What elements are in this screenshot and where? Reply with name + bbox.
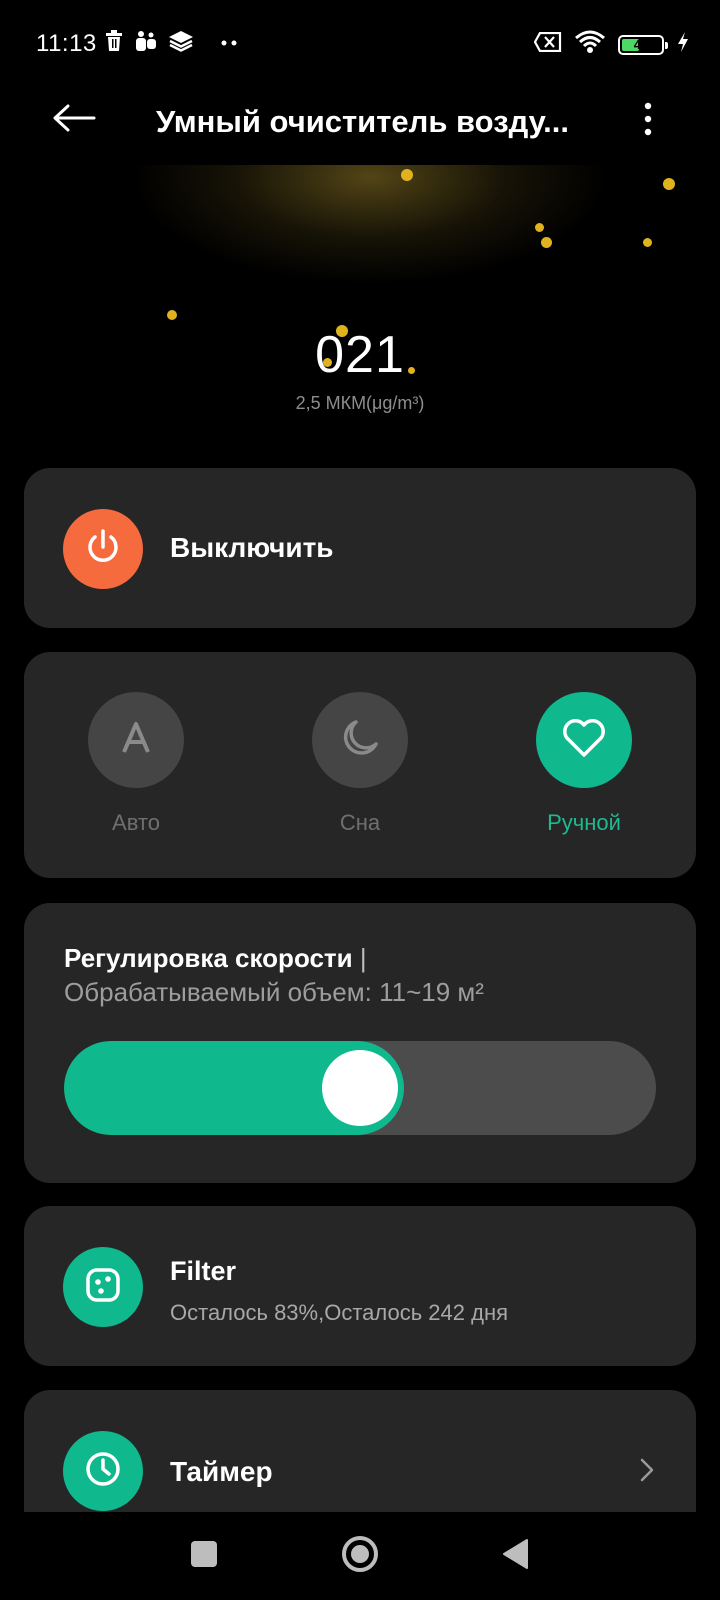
- mode-manual[interactable]: Ручной: [514, 692, 654, 836]
- status-right-icons: 44: [533, 30, 690, 59]
- no-sim-icon: [533, 31, 562, 57]
- speed-title-separator: |: [359, 943, 367, 973]
- app-header: Умный очиститель возду...: [0, 90, 720, 150]
- recents-button[interactable]: [180, 1532, 228, 1580]
- mode-auto-label: Авто: [112, 810, 160, 835]
- system-nav-bar: [0, 1512, 720, 1600]
- speed-title: Регулировка скорости |: [64, 943, 367, 974]
- more-button[interactable]: [634, 96, 662, 146]
- filter-status: Осталось 83%,Осталось 242 дня: [170, 1300, 509, 1325]
- mode-sleep-label: Сна: [339, 810, 381, 835]
- mode-sleep[interactable]: Сна: [290, 692, 430, 836]
- particle: [663, 178, 675, 190]
- particle: [541, 237, 552, 248]
- auto-a-icon: [119, 721, 153, 760]
- filter-icon: [83, 1265, 123, 1310]
- speed-card: Регулировка скорости | Обрабатываемый об…: [24, 903, 696, 1183]
- filter-card[interactable]: Filter Осталось 83%,Осталось 242 дня: [24, 1206, 696, 1366]
- air-quality-display: 021 2,5 МКМ(μg/m³): [0, 165, 720, 445]
- clock-icon: [83, 1449, 123, 1494]
- mode-manual-button[interactable]: [536, 692, 632, 788]
- teams-icon: [134, 30, 158, 57]
- status-left-icons: [104, 30, 238, 57]
- speed-slider-thumb[interactable]: [322, 1050, 398, 1126]
- particle: [535, 223, 544, 232]
- filter-title: Filter: [170, 1256, 237, 1286]
- back-nav-button[interactable]: [492, 1532, 540, 1580]
- mode-auto[interactable]: Авто: [66, 692, 206, 836]
- timer-label: Таймер: [170, 1456, 273, 1487]
- status-bar: 11:13 44: [0, 0, 720, 90]
- speed-slider[interactable]: [64, 1041, 656, 1135]
- particle: [643, 238, 652, 247]
- pm25-value: 021: [315, 326, 405, 384]
- speed-subtitle: Обрабатываемый объем: 11~19 м²: [64, 977, 484, 1007]
- dots-icon: [220, 35, 238, 53]
- speed-title-text: Регулировка скорости: [64, 943, 353, 973]
- battery-level: 44: [633, 36, 649, 52]
- back-triangle-icon: [501, 1538, 531, 1575]
- power-button[interactable]: [63, 509, 143, 589]
- recents-square-icon: [190, 1540, 218, 1573]
- mode-selector: Авто Сна Ручной: [24, 652, 696, 878]
- trash-icon: [104, 30, 124, 57]
- home-button[interactable]: [336, 1532, 384, 1580]
- back-button[interactable]: [48, 94, 100, 146]
- power-card[interactable]: Выключить: [24, 468, 696, 628]
- charging-icon: [676, 31, 690, 58]
- timer-icon-badge: [63, 1431, 143, 1511]
- mode-sleep-button[interactable]: [312, 692, 408, 788]
- mode-manual-label: Ручной: [547, 810, 621, 835]
- particle: [401, 169, 413, 181]
- chevron-right-icon: [634, 1456, 658, 1484]
- filter-icon-badge: [63, 1247, 143, 1327]
- more-vertical-icon: [644, 102, 652, 141]
- pm25-unit: 2,5 МКМ(μg/m³): [295, 393, 425, 413]
- mode-auto-button[interactable]: [88, 692, 184, 788]
- heart-icon: [561, 718, 607, 763]
- home-circle-icon: [340, 1534, 380, 1579]
- arrow-left-icon: [52, 103, 96, 138]
- power-label: Выключить: [170, 532, 334, 563]
- status-time: 11:13: [36, 30, 97, 57]
- moon-icon: [340, 718, 380, 763]
- particle: [167, 310, 177, 320]
- air-purifier-screen: 11:13 44 Умный очиститель возду... 021 2…: [0, 0, 720, 1600]
- wifi-icon: [574, 30, 606, 59]
- power-icon: [83, 527, 123, 572]
- page-title: Умный очиститель возду...: [156, 104, 570, 139]
- layers-icon: [168, 30, 194, 57]
- battery-icon: 44: [618, 34, 668, 55]
